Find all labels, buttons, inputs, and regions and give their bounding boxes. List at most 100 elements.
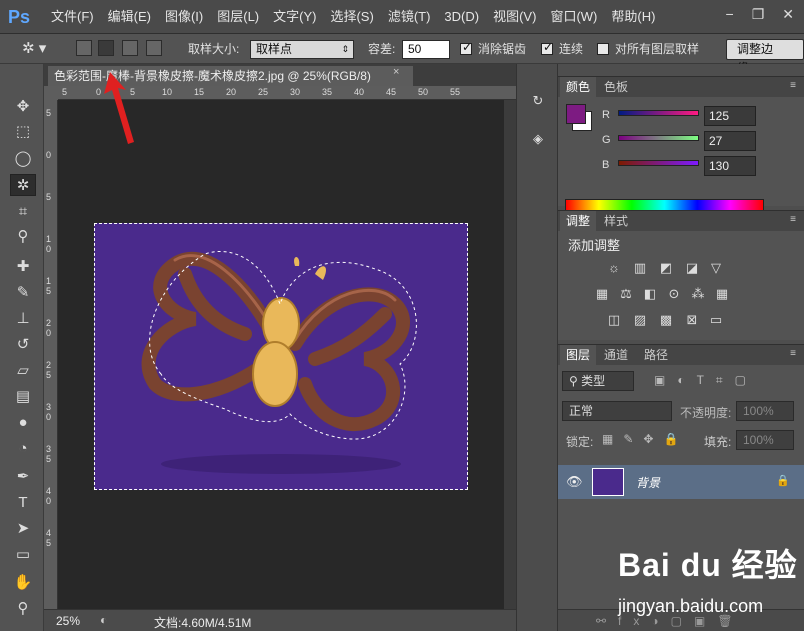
gradient-tool-icon[interactable]: ▤ [10, 386, 36, 408]
hue-saturation-icon[interactable]: ▦ [594, 287, 610, 301]
intersect-selection-icon[interactable] [146, 40, 162, 56]
invert-icon[interactable]: ◫ [606, 313, 622, 327]
layer-name[interactable]: 背景 [636, 474, 660, 491]
history-brush-tool-icon[interactable]: ↺ [10, 334, 36, 356]
menu-3d[interactable]: 3D(D) [437, 0, 486, 34]
tab-swatches[interactable]: 色板 [598, 77, 634, 97]
vibrance-icon[interactable]: ▽ [708, 261, 724, 275]
tab-paths[interactable]: 路径 [638, 345, 674, 365]
threshold-icon[interactable]: ▩ [658, 313, 674, 327]
r-slider[interactable] [618, 110, 699, 116]
sample-size-select[interactable]: 取样点 ⇕ [250, 40, 354, 59]
posterize-icon[interactable]: ▨ [632, 313, 648, 327]
black-white-icon[interactable]: ◧ [642, 287, 658, 301]
menu-image[interactable]: 图像(I) [158, 0, 210, 34]
layer-filter-icons[interactable]: ▣◐T⌗▢ [654, 373, 758, 388]
brightness-icon[interactable]: ☼ [606, 261, 622, 275]
selective-color-icon[interactable]: ⊠ [684, 313, 700, 327]
hand-tool-icon[interactable]: ✋ [10, 572, 36, 594]
refine-edge-button[interactable]: 调整边缘... [726, 39, 804, 75]
menu-layer[interactable]: 图层(L) [210, 0, 266, 34]
panel-menu-icon[interactable]: ≡ [790, 348, 796, 359]
close-tab-icon[interactable]: × [393, 66, 399, 78]
sample-all-layers-checkbox[interactable] [597, 43, 609, 55]
tab-adjustments[interactable]: 调整 [560, 211, 597, 231]
vertical-scrollbar[interactable] [504, 100, 516, 609]
exposure-icon[interactable]: ◪ [684, 261, 700, 275]
layer-kind-filter[interactable]: ⚲ 类型 [562, 371, 634, 391]
pen-tool-icon[interactable]: ✒ [10, 466, 36, 488]
ruler-tick: 40 [354, 87, 365, 97]
healing-tool-icon[interactable]: ✚ [10, 256, 36, 278]
marquee-tool-icon[interactable]: ⬚ [10, 121, 36, 143]
tab-color[interactable]: 颜色 [560, 77, 597, 97]
shape-tool-icon[interactable]: ▭ [10, 544, 36, 566]
b-slider[interactable] [618, 160, 699, 166]
zoom-level[interactable]: 25% [56, 614, 80, 628]
menu-window[interactable]: 窗口(W) [543, 0, 604, 34]
channel-mixer-icon[interactable]: ⁂ [690, 287, 706, 301]
dodge-tool-icon[interactable]: ◔ [10, 438, 36, 460]
type-tool-icon[interactable]: T [10, 492, 36, 514]
new-selection-icon[interactable] [76, 40, 92, 56]
layer-row[interactable]: 👁 背景 🔒 [558, 465, 804, 499]
tab-channels[interactable]: 通道 [598, 345, 634, 365]
subtract-selection-icon[interactable] [122, 40, 138, 56]
menu-edit[interactable]: 编辑(E) [101, 0, 158, 34]
tab-layers[interactable]: 图层 [560, 345, 597, 365]
color-balance-icon[interactable]: ⚖ [618, 287, 634, 301]
document-image[interactable] [94, 223, 468, 490]
tolerance-input[interactable]: 50 [402, 40, 450, 59]
antialias-checkbox[interactable] [460, 40, 472, 55]
magic-wand-tool-icon[interactable]: ✲ [10, 174, 36, 196]
canvas-area[interactable] [58, 100, 516, 609]
eraser-tool-icon[interactable]: ▱ [10, 360, 36, 382]
minimize-icon[interactable]: − [726, 6, 734, 23]
levels-icon[interactable]: ▥ [632, 261, 648, 275]
menu-type[interactable]: 文字(Y) [266, 0, 323, 34]
opacity-input[interactable]: 100% [736, 401, 794, 421]
brush-tool-icon[interactable]: ✎ [10, 282, 36, 304]
add-selection-icon[interactable] [98, 40, 114, 56]
g-input[interactable]: 27 [704, 131, 756, 151]
r-label: R [602, 109, 610, 121]
path-select-tool-icon[interactable]: ➤ [10, 518, 36, 540]
foreground-color-swatch[interactable] [566, 104, 586, 124]
menu-file[interactable]: 文件(F) [44, 0, 101, 34]
add-adjustment-title: 添加调整 [568, 238, 621, 253]
tab-styles[interactable]: 样式 [598, 211, 634, 231]
curves-icon[interactable]: ◩ [658, 261, 674, 275]
close-icon[interactable]: ✕ [782, 6, 794, 23]
panel-menu-icon[interactable]: ≡ [790, 80, 796, 91]
r-input[interactable]: 125 [704, 106, 756, 126]
photo-filter-icon[interactable]: ⊙ [666, 287, 682, 301]
gradient-map-icon[interactable]: ▭ [708, 313, 724, 327]
status-menu-icon[interactable]: ◐ [100, 613, 107, 627]
zoom-tool-icon[interactable]: ⚲ [10, 598, 36, 620]
color-lookup-icon[interactable]: ▦ [714, 287, 730, 301]
panel-menu-icon[interactable]: ≡ [790, 214, 796, 225]
history-panel-icon[interactable]: ↻ [526, 90, 550, 112]
clone-stamp-tool-icon[interactable]: ⊥ [10, 308, 36, 330]
lasso-tool-icon[interactable]: ◯ [10, 148, 36, 170]
lock-icons[interactable]: ▦✎✥🔒 [602, 432, 688, 446]
crop-tool-icon[interactable]: ⌗ [10, 201, 36, 223]
layers-panel-tabs: 图层 通道 路径 ≡ [558, 345, 804, 365]
menu-filter[interactable]: 滤镜(T) [381, 0, 438, 34]
restore-icon[interactable]: ❐ [752, 6, 765, 23]
b-input[interactable]: 130 [704, 156, 756, 176]
menu-view[interactable]: 视图(V) [486, 0, 543, 34]
eyedropper-tool-icon[interactable]: ⚲ [10, 226, 36, 248]
magic-wand-preset-icon[interactable]: ✲ ▾ [22, 39, 46, 59]
eye-icon[interactable]: 👁 [566, 474, 583, 490]
menu-select[interactable]: 选择(S) [323, 0, 380, 34]
blend-mode-select[interactable]: 正常 [562, 401, 672, 421]
move-tool-icon[interactable]: ✥ [10, 96, 36, 118]
blur-tool-icon[interactable]: ● [10, 412, 36, 434]
menu-help[interactable]: 帮助(H) [604, 0, 662, 34]
fill-input[interactable]: 100% [736, 430, 794, 450]
sample-all-layers-label: 对所有图层取样 [615, 42, 700, 56]
properties-panel-icon[interactable]: ◈ [526, 128, 550, 150]
g-slider[interactable] [618, 135, 699, 141]
contiguous-checkbox[interactable] [541, 40, 553, 55]
